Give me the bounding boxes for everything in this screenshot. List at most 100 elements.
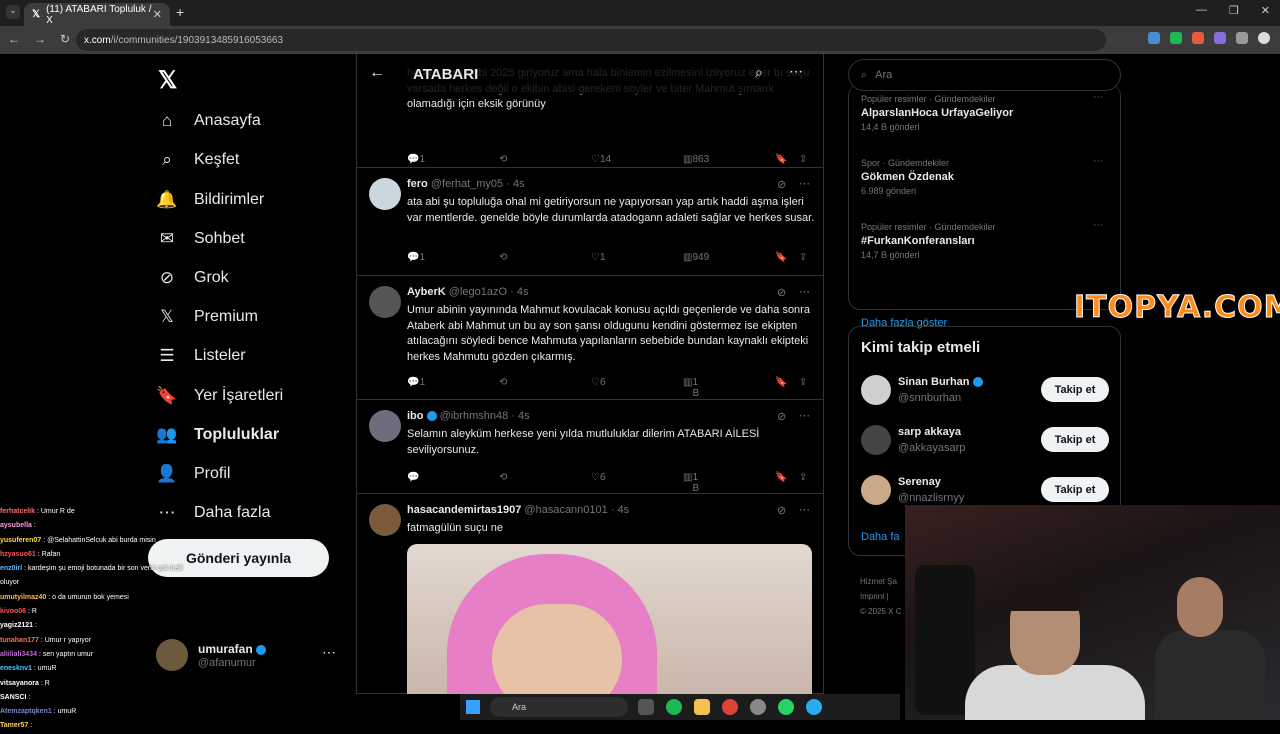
- more-icon[interactable]: ⋯: [799, 409, 810, 422]
- sidebar-item-8[interactable]: 👥 Topluluklar: [156, 420, 279, 450]
- suggestion-name[interactable]: sarp akkaya: [898, 426, 961, 438]
- reply-button[interactable]: 💬: [407, 472, 419, 483]
- extensions-puzzle-icon[interactable]: [1236, 32, 1248, 44]
- new-tab-button[interactable]: +: [176, 4, 184, 20]
- repost-button[interactable]: ⟲: [499, 252, 507, 263]
- url-input[interactable]: x.com/i/communities/1903913485916053663: [76, 29, 1106, 51]
- post-author-name[interactable]: AyberK: [407, 286, 446, 298]
- post[interactable]: AyberK @lego1azO · 4s ⊘ ⋯ Umur abinin yayın…: [357, 276, 823, 400]
- grok-explain-icon[interactable]: ⊘: [777, 504, 786, 517]
- sidebar-item-3[interactable]: ✉ Sohbet: [156, 224, 245, 254]
- sidebar-item-2[interactable]: 🔔 Bildirimler: [156, 185, 264, 215]
- views-button[interactable]: ▥ 1 B: [683, 472, 699, 494]
- bookmark-icon[interactable]: 🔖: [775, 252, 787, 263]
- sidebar-item-4[interactable]: ⊘ Grok: [156, 263, 229, 293]
- post-author-handle[interactable]: @ferhat_my05: [431, 178, 503, 190]
- avatar[interactable]: [861, 375, 891, 405]
- telegram-icon[interactable]: [806, 699, 822, 715]
- suggestion-name[interactable]: Serenay: [898, 476, 941, 488]
- post-author-name[interactable]: fero: [407, 178, 428, 190]
- bookmark-icon[interactable]: 🔖: [775, 472, 787, 483]
- search-input[interactable]: ⌕ Ara: [848, 59, 1121, 91]
- share-icon[interactable]: ⇪: [799, 154, 807, 165]
- repost-button[interactable]: ⟲: [499, 154, 507, 165]
- forward-icon[interactable]: →: [34, 32, 46, 46]
- whatsapp-icon[interactable]: [778, 699, 794, 715]
- spotify-icon[interactable]: [666, 699, 682, 715]
- follow-button[interactable]: Takip et: [1041, 427, 1109, 452]
- trend-item[interactable]: Popüler resimler · Gündemdekiler #FurkanK…: [861, 220, 1111, 260]
- task-view-icon[interactable]: [638, 699, 654, 715]
- post-time[interactable]: · 4s: [506, 178, 524, 190]
- like-button[interactable]: ♡ 6: [591, 377, 606, 388]
- more-icon[interactable]: ⋯: [1093, 92, 1103, 103]
- avatar[interactable]: [861, 475, 891, 505]
- post-author-name[interactable]: hasacandemirtas1907: [407, 504, 521, 516]
- back-icon[interactable]: ←: [8, 32, 20, 46]
- minimize-icon[interactable]: —: [1196, 4, 1207, 17]
- views-button[interactable]: ▥ 863: [683, 154, 709, 165]
- post-media-image[interactable]: [407, 544, 812, 694]
- post[interactable]: hasacandemirtas1907 @hasacann0101 · 4s ⊘ ⋯…: [357, 494, 823, 694]
- reply-button[interactable]: 💬 1: [407, 377, 425, 388]
- bookmark-icon[interactable]: 🔖: [775, 154, 787, 165]
- views-button[interactable]: ▥ 949: [683, 252, 709, 263]
- sidebar-item-0[interactable]: ⌂ Anasayfa: [156, 106, 261, 136]
- like-button[interactable]: ♡ 14: [591, 154, 611, 165]
- like-button[interactable]: ♡ 6: [591, 472, 606, 483]
- tab-close-icon[interactable]: ✕: [153, 8, 162, 21]
- post-time[interactable]: · 4s: [611, 504, 629, 516]
- share-icon[interactable]: ⇪: [799, 252, 807, 263]
- back-arrow-icon[interactable]: ←: [369, 64, 385, 82]
- extension-icon[interactable]: [1148, 32, 1160, 44]
- show-more-link[interactable]: Daha fa: [861, 531, 900, 543]
- app-icon[interactable]: [750, 699, 766, 715]
- follow-button[interactable]: Takip et: [1041, 477, 1109, 502]
- sidebar-item-6[interactable]: ☰ Listeler: [156, 341, 245, 371]
- more-icon[interactable]: ⋯: [799, 503, 810, 516]
- taskbar-search[interactable]: Ara: [490, 697, 628, 717]
- follow-suggestion[interactable]: Serenay @nnazlisrnyy Takip et: [861, 475, 1111, 509]
- share-icon[interactable]: ⇪: [799, 472, 807, 483]
- post[interactable]: fero @ferhat_my05 · 4s ⊘ ⋯ ata abi şu toplu…: [357, 168, 823, 276]
- extension-icon[interactable]: [1192, 32, 1204, 44]
- avatar[interactable]: [861, 425, 891, 455]
- extension-icon[interactable]: [1170, 32, 1182, 44]
- search-icon[interactable]: ⌕: [755, 64, 763, 81]
- more-icon[interactable]: ⋯: [799, 285, 810, 298]
- more-icon[interactable]: ⋯: [322, 644, 336, 661]
- repost-button[interactable]: ⟲: [499, 472, 507, 483]
- post-time[interactable]: · 4s: [511, 410, 529, 422]
- x-logo-icon[interactable]: 𝕏: [158, 66, 177, 95]
- browser-tab[interactable]: 𝕏 (11) ATABARI Topluluk / X ✕: [24, 3, 170, 26]
- trend-item[interactable]: Popüler resimler · Gündemdekiler Alparsla…: [861, 92, 1111, 132]
- post-author-name[interactable]: ibo: [407, 410, 424, 422]
- windows-start-icon[interactable]: [466, 700, 480, 714]
- avatar[interactable]: [369, 178, 401, 210]
- file-explorer-icon[interactable]: [694, 699, 710, 715]
- repost-button[interactable]: ⟲: [499, 377, 507, 388]
- more-icon[interactable]: ⋯: [1093, 220, 1103, 231]
- more-icon[interactable]: ⋯: [789, 63, 803, 80]
- extension-icon[interactable]: [1214, 32, 1226, 44]
- maximize-icon[interactable]: ❐: [1229, 4, 1239, 17]
- grok-explain-icon[interactable]: ⊘: [777, 178, 786, 191]
- sidebar-item-9[interactable]: 👤 Profil: [156, 459, 230, 489]
- sidebar-item-5[interactable]: 𝕏 Premium: [156, 302, 258, 332]
- post-time[interactable]: · 4s: [510, 286, 528, 298]
- post-author-handle[interactable]: @hasacann0101: [524, 504, 607, 516]
- avatar[interactable]: [369, 410, 401, 442]
- reload-icon[interactable]: ↻: [60, 32, 70, 46]
- footer-link[interactable]: Hizmet Şa: [860, 574, 901, 589]
- follow-suggestion[interactable]: sarp akkaya @akkayasarp Takip et: [861, 425, 1111, 459]
- bookmark-icon[interactable]: 🔖: [775, 377, 787, 388]
- reply-button[interactable]: 💬 1: [407, 154, 425, 165]
- post-author-handle[interactable]: @lego1azO: [449, 286, 507, 298]
- follow-button[interactable]: Takip et: [1041, 377, 1109, 402]
- chrome-icon[interactable]: [722, 699, 738, 715]
- like-button[interactable]: ♡ 1: [591, 252, 606, 263]
- sidebar-item-1[interactable]: ⌕ Keşfet: [156, 145, 239, 175]
- avatar[interactable]: [369, 286, 401, 318]
- footer-link[interactable]: © 2025 X C: [860, 604, 901, 619]
- sidebar-item-7[interactable]: 🔖 Yer İşaretleri: [156, 381, 283, 411]
